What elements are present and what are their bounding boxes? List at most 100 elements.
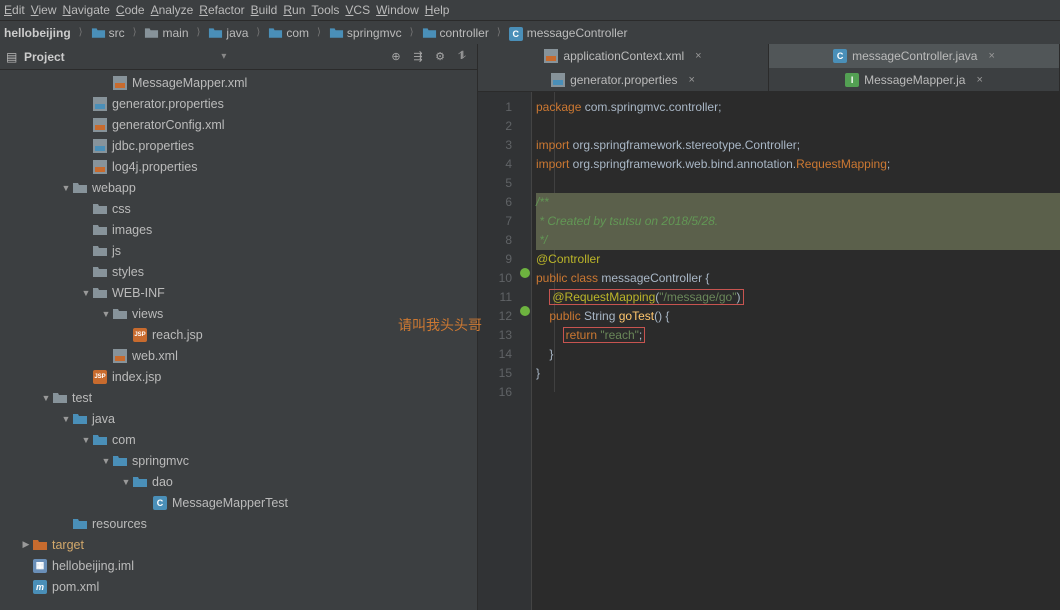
tree-label: images: [112, 223, 152, 237]
menu-analyze[interactable]: Analyze: [151, 3, 194, 17]
menu-edit[interactable]: Edit: [4, 3, 25, 17]
crumb-src[interactable]: src: [87, 26, 129, 40]
tree-node-jdbc-properties[interactable]: jdbc.properties: [0, 135, 477, 156]
tree-node-MessageMapper-xml[interactable]: MessageMapper.xml: [0, 72, 477, 93]
tree-node-views[interactable]: ▼views: [0, 303, 477, 324]
crumb-java[interactable]: java: [204, 26, 252, 40]
menu-help[interactable]: Help: [425, 3, 450, 17]
tree-label: java: [92, 412, 115, 426]
expand-arrow-icon[interactable]: ▼: [100, 456, 112, 466]
tree-node-resources[interactable]: resources: [0, 513, 477, 534]
crumb-com[interactable]: com: [264, 26, 313, 40]
tree-node-index-jsp[interactable]: JSPindex.jsp: [0, 366, 477, 387]
menu-tools[interactable]: Tools: [311, 3, 339, 17]
code-token: () {: [654, 309, 669, 323]
tree-node-java[interactable]: ▼ java: [0, 408, 477, 429]
locate-icon[interactable]: ⇶: [409, 48, 427, 66]
dir-icon: [92, 222, 108, 238]
tree-node-web-xml[interactable]: web.xml: [0, 345, 477, 366]
tree-node-MessageMapperTest[interactable]: C MessageMapperTest: [0, 492, 477, 513]
prop-icon: [551, 73, 565, 87]
expand-arrow-icon[interactable]: ▼: [80, 435, 92, 445]
tree-node-springmvc[interactable]: ▼springmvc: [0, 450, 477, 471]
close-icon[interactable]: ×: [688, 74, 694, 86]
tab-messageController-java[interactable]: CmessageController.java×: [769, 44, 1060, 68]
tree-node-generatorConfig-xml[interactable]: generatorConfig.xml: [0, 114, 477, 135]
crumb-hellobeijing[interactable]: hellobeijing: [0, 26, 75, 40]
settings-icon[interactable]: ⚙: [431, 48, 449, 66]
tab-label: applicationContext.xml: [563, 49, 684, 63]
tab-applicationContext-xml[interactable]: applicationContext.xml ×: [478, 44, 769, 68]
code-token: return: [566, 328, 601, 342]
close-icon[interactable]: ×: [976, 74, 982, 86]
close-icon[interactable]: ×: [988, 50, 994, 62]
expand-arrow-icon[interactable]: ▼: [60, 414, 72, 424]
crumb-messageController[interactable]: CmessageController: [505, 26, 632, 40]
line-number: 9: [478, 250, 512, 269]
crumb-springmvc[interactable]: springmvc: [325, 26, 406, 40]
menu-build[interactable]: Build: [251, 3, 278, 17]
code-content[interactable]: package com.springmvc.controller; import…: [532, 92, 1060, 610]
pkg-icon: [92, 432, 108, 448]
expand-arrow-icon[interactable]: ▼: [60, 183, 72, 193]
tree-node-images[interactable]: images: [0, 219, 477, 240]
menu-code[interactable]: Code: [116, 3, 145, 17]
project-dropdown[interactable]: ▾: [221, 51, 226, 62]
collapse-all-icon[interactable]: ⊕: [387, 48, 405, 66]
expand-arrow-icon[interactable]: ▼: [40, 393, 52, 403]
tree-label: generatorConfig.xml: [112, 118, 225, 132]
tree-node-css[interactable]: css: [0, 198, 477, 219]
tree-label: MessageMapperTest: [172, 496, 288, 510]
tree-node-hellobeijing-iml[interactable]: ▦hellobeijing.iml: [0, 555, 477, 576]
crumb-main[interactable]: main: [140, 26, 192, 40]
spring-gutter-icon[interactable]: [518, 304, 532, 318]
tree-node-styles[interactable]: styles: [0, 261, 477, 282]
line-number: 16: [478, 383, 512, 402]
spring-gutter-icon[interactable]: [518, 266, 532, 280]
tree-node-reach-jsp[interactable]: JSPreach.jsp: [0, 324, 477, 345]
expand-arrow-icon[interactable]: ▼: [100, 309, 112, 319]
code-area[interactable]: 12345678910111213141516 package com.spri…: [478, 92, 1060, 610]
m-icon: m: [32, 579, 48, 595]
tree-label: css: [112, 202, 131, 216]
dir-icon: [112, 306, 128, 322]
tree-node-test[interactable]: ▼test: [0, 387, 477, 408]
cls-icon: C: [833, 49, 847, 63]
project-tree[interactable]: MessageMapper.xmlgenerator.properties gen…: [0, 70, 477, 610]
code-token: @RequestMapping: [552, 290, 655, 304]
code-token: String: [584, 309, 619, 323]
tree-node-dao[interactable]: ▼dao: [0, 471, 477, 492]
expand-arrow-icon[interactable]: ▼: [80, 288, 92, 298]
code-token: ;: [797, 138, 800, 152]
expand-arrow-icon[interactable]: ▶: [20, 539, 32, 550]
tab-MessageMapper-ja[interactable]: IMessageMapper.ja×: [769, 68, 1060, 91]
tree-node-js[interactable]: js: [0, 240, 477, 261]
close-icon[interactable]: ×: [695, 50, 701, 62]
chevron-icon: ⟩: [256, 27, 260, 38]
menu-refactor[interactable]: Refactor: [199, 3, 244, 17]
tree-node-WEB-INF[interactable]: ▼ WEB-INF: [0, 282, 477, 303]
tree-node-webapp[interactable]: ▼webapp: [0, 177, 477, 198]
code-token: ): [737, 290, 741, 304]
menu-run[interactable]: Run: [283, 3, 305, 17]
fold-strip: [518, 92, 532, 610]
hide-icon[interactable]: ⥮: [453, 48, 471, 66]
menu-navigate[interactable]: Navigate: [63, 3, 110, 17]
cls-icon: C: [152, 495, 168, 511]
tree-node-generator-properties[interactable]: generator.properties: [0, 93, 477, 114]
line-number: 12: [478, 307, 512, 326]
menu-vcs[interactable]: VCS: [345, 3, 370, 17]
tree-node-target[interactable]: ▶target: [0, 534, 477, 555]
chevron-icon: ⟩: [79, 27, 83, 38]
tree-node-log4j-properties[interactable]: log4j.properties: [0, 156, 477, 177]
tree-label: hellobeijing.iml: [52, 559, 134, 573]
tree-node-com[interactable]: ▼com: [0, 429, 477, 450]
tree-node-pom-xml[interactable]: mpom.xml: [0, 576, 477, 597]
expand-arrow-icon[interactable]: ▼: [120, 477, 132, 487]
crumb-controller[interactable]: controller: [418, 26, 493, 40]
menu-window[interactable]: Window: [376, 3, 419, 17]
menu-view[interactable]: View: [31, 3, 57, 17]
tab-generator-properties[interactable]: generator.properties×: [478, 68, 769, 91]
line-number: 3: [478, 136, 512, 155]
tree-label: WEB-INF: [112, 286, 165, 300]
